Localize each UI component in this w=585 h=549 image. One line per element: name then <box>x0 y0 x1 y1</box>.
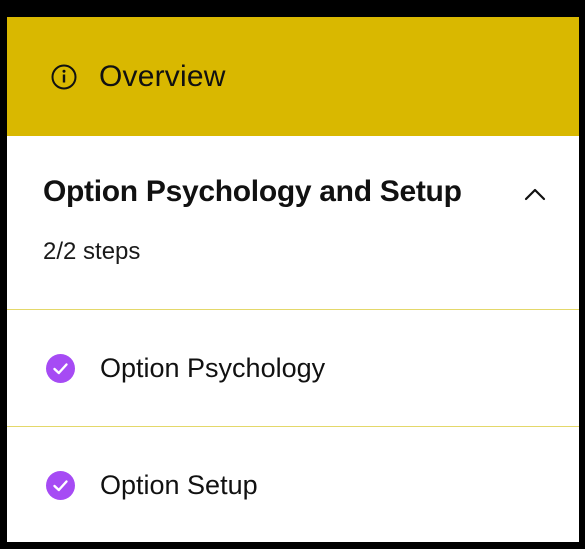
step-item-option-setup[interactable]: Option Setup <box>7 427 579 542</box>
overview-label: Overview <box>99 59 226 93</box>
info-icon <box>51 64 77 90</box>
section-title: Option Psychology and Setup <box>43 175 462 208</box>
step-item-option-psychology[interactable]: Option Psychology <box>7 310 579 427</box>
check-circle-icon <box>46 353 75 383</box>
step-label: Option Psychology <box>100 352 326 383</box>
overview-header[interactable]: Overview <box>7 17 579 136</box>
check-circle-icon <box>46 471 75 500</box>
course-outline-panel: Overview Option Psychology and Setup 2/2… <box>7 17 579 542</box>
section-header[interactable]: Option Psychology and Setup 2/2 steps <box>7 136 579 310</box>
step-label: Option Setup <box>100 470 258 500</box>
collapse-section-button[interactable] <box>519 178 551 210</box>
chevron-up-icon <box>524 188 546 201</box>
section-progress-text: 2/2 steps <box>43 238 141 265</box>
